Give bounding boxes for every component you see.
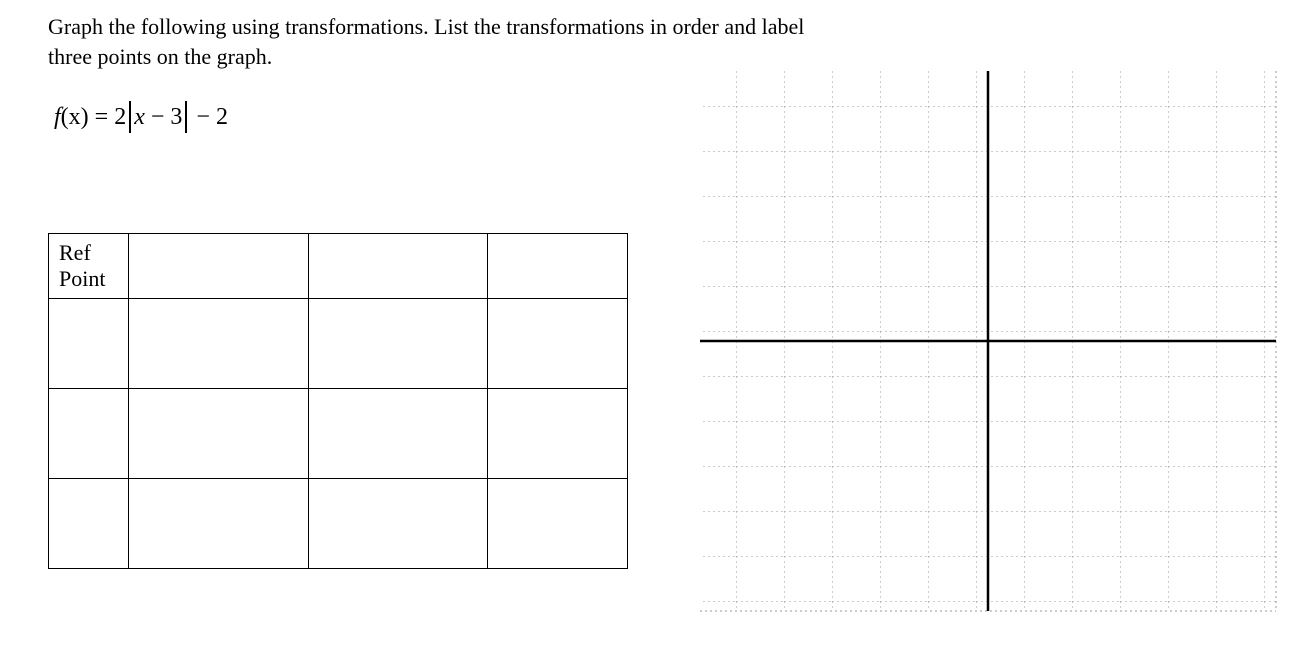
coordinate-grid[interactable] <box>688 61 1288 621</box>
table-cell[interactable] <box>49 479 129 569</box>
ref-label: RefPoint <box>59 240 105 291</box>
table-row <box>49 299 628 389</box>
table-cell[interactable] <box>488 299 628 389</box>
abs-bar-left <box>129 101 131 133</box>
table-row <box>49 479 628 569</box>
table-cell[interactable] <box>308 479 488 569</box>
equation-trailing: − 2 <box>190 104 228 131</box>
table-cell[interactable] <box>488 479 628 569</box>
table-cell[interactable] <box>128 479 308 569</box>
instructions-line-2: three points on the graph. <box>48 44 272 69</box>
instructions-line-1: Graph the following using transformation… <box>48 14 804 39</box>
table-cell[interactable] <box>488 234 628 299</box>
table-cell[interactable] <box>49 389 129 479</box>
reference-points-table: RefPoint <box>48 233 628 569</box>
table-cell[interactable] <box>128 234 308 299</box>
table-cell[interactable] <box>488 389 628 479</box>
table-row <box>49 389 628 479</box>
table-header-refpoint: RefPoint <box>49 234 129 299</box>
abs-bar-right <box>185 101 187 133</box>
table-cell[interactable] <box>308 389 488 479</box>
equation-eq: = <box>89 104 115 131</box>
content-row: f(x) = 2 x − 3 − 2 RefPoint <box>48 101 1266 621</box>
table-cell[interactable] <box>128 389 308 479</box>
table-row: RefPoint <box>49 234 628 299</box>
left-column: f(x) = 2 x − 3 − 2 RefPoint <box>48 101 628 621</box>
grid-svg <box>688 61 1288 621</box>
table-cell[interactable] <box>308 234 488 299</box>
equation-ofx: (x) <box>61 104 89 131</box>
table-cell[interactable] <box>49 299 129 389</box>
table-cell[interactable] <box>308 299 488 389</box>
table-cell[interactable] <box>128 299 308 389</box>
equation-coef: 2 <box>114 104 126 131</box>
equation-inner: x − 3 <box>134 104 182 131</box>
equation-fx: f <box>54 104 61 131</box>
equation: f(x) = 2 x − 3 − 2 <box>54 101 628 133</box>
